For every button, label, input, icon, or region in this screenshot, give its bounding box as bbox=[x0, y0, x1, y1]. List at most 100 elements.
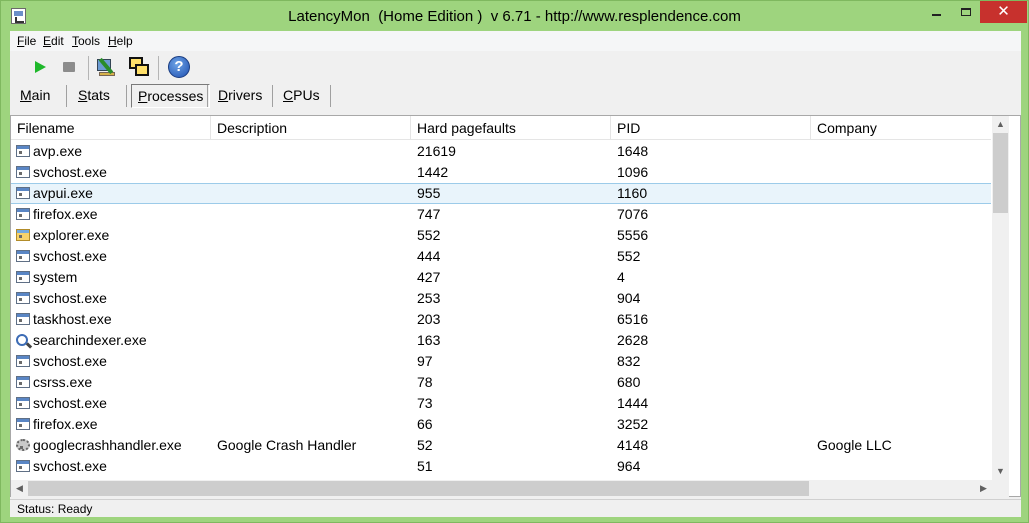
cell-company: Google LLC bbox=[817, 437, 892, 453]
list-rows: avp.exe 21619 1648 svchost.exe 1442 1096 avpui… bbox=[11, 141, 991, 477]
tab-separator bbox=[330, 85, 331, 107]
stop-button[interactable] bbox=[56, 54, 82, 80]
minimize-button[interactable] bbox=[921, 1, 951, 23]
tab-cpus[interactable]: CPUs bbox=[277, 84, 326, 108]
cell-hard-pagefaults: 52 bbox=[417, 437, 433, 453]
tab-bar: Main Stats Processes Drivers CPUs bbox=[10, 83, 1021, 109]
table-row[interactable]: svchost.exe 253 904 bbox=[11, 288, 991, 309]
table-row[interactable]: csrss.exe 78 680 bbox=[11, 372, 991, 393]
cell-filename: svchost.exe bbox=[33, 395, 107, 411]
tab-main[interactable]: Main bbox=[14, 84, 56, 108]
scroll-right-icon[interactable]: ▶ bbox=[975, 480, 992, 497]
windows-icon bbox=[129, 57, 151, 79]
cell-hard-pagefaults: 51 bbox=[417, 458, 433, 474]
maximize-icon bbox=[961, 8, 971, 16]
table-row[interactable]: avp.exe 21619 1648 bbox=[11, 141, 991, 162]
cell-filename: taskhost.exe bbox=[33, 311, 112, 327]
tab-processes-label: rocesses bbox=[147, 88, 204, 104]
table-row[interactable]: svchost.exe 97 832 bbox=[11, 351, 991, 372]
cell-pid: 1444 bbox=[617, 395, 649, 411]
help-button[interactable]: ? bbox=[166, 54, 192, 80]
menu-tools[interactable]: Tools bbox=[72, 34, 100, 48]
table-row[interactable]: svchost.exe 73 1444 bbox=[11, 393, 991, 414]
scrollbar-corner bbox=[992, 480, 1009, 497]
table-row[interactable]: explorer.exe 552 5556 bbox=[11, 225, 991, 246]
table-row[interactable]: googlecrashhandler.exe Google Crash Handl… bbox=[11, 435, 991, 456]
start-button[interactable] bbox=[26, 54, 52, 80]
client-area: File Edit Tools Help ? Main Stats Proces… bbox=[10, 31, 1021, 517]
cell-pid: 832 bbox=[617, 353, 641, 369]
title-bar[interactable]: LatencyMon (Home Edition ) v 6.71 - http… bbox=[1, 1, 1028, 31]
cell-pid: 6516 bbox=[617, 311, 649, 327]
menu-help[interactable]: Help bbox=[108, 34, 133, 48]
table-row[interactable]: avpui.exe 955 1160 bbox=[11, 183, 991, 204]
cell-filename: system bbox=[33, 269, 78, 285]
cell-hard-pagefaults: 1442 bbox=[417, 164, 449, 180]
cell-pid: 904 bbox=[617, 290, 641, 306]
column-header-company[interactable]: Company bbox=[811, 116, 991, 140]
table-row[interactable]: svchost.exe 51 964 bbox=[11, 456, 991, 477]
horizontal-scroll-thumb[interactable] bbox=[28, 481, 809, 496]
toolbar-separator bbox=[158, 56, 159, 80]
tab-processes[interactable]: Processes bbox=[131, 84, 211, 108]
cell-filename: svchost.exe bbox=[33, 248, 107, 264]
table-row[interactable]: firefox.exe 66 3252 bbox=[11, 414, 991, 435]
cell-pid: 552 bbox=[617, 248, 641, 264]
menu-edit[interactable]: Edit bbox=[43, 34, 64, 48]
cell-filename: firefox.exe bbox=[33, 206, 98, 222]
cell-hard-pagefaults: 163 bbox=[417, 332, 441, 348]
column-header-pid[interactable]: PID bbox=[611, 116, 811, 140]
list-header: Filename Description Hard pagefaults PID… bbox=[11, 116, 991, 140]
status-bar: Status: Ready bbox=[10, 499, 1021, 517]
cell-hard-pagefaults: 97 bbox=[417, 353, 433, 369]
play-icon bbox=[35, 61, 46, 73]
table-row[interactable]: svchost.exe 444 552 bbox=[11, 246, 991, 267]
table-row[interactable]: system 427 4 bbox=[11, 267, 991, 288]
cell-hard-pagefaults: 427 bbox=[417, 269, 441, 285]
menu-file[interactable]: File bbox=[17, 34, 36, 48]
table-row[interactable]: taskhost.exe 203 6516 bbox=[11, 309, 991, 330]
menu-file-label: ile bbox=[24, 34, 37, 48]
column-header-hard-pagefaults[interactable]: Hard pagefaults bbox=[411, 116, 611, 140]
cell-hard-pagefaults: 203 bbox=[417, 311, 441, 327]
cell-pid: 1160 bbox=[617, 185, 648, 201]
horizontal-scrollbar[interactable]: ◀ ▶ bbox=[11, 480, 992, 497]
scroll-up-icon[interactable]: ▲ bbox=[992, 116, 1009, 133]
tab-stats[interactable]: Stats bbox=[72, 84, 116, 108]
stop-icon bbox=[63, 62, 75, 72]
tab-separator bbox=[66, 85, 67, 107]
help-icon: ? bbox=[168, 56, 190, 78]
tab-cpus-label: PUs bbox=[293, 87, 320, 103]
cell-filename: svchost.exe bbox=[33, 458, 107, 474]
maximize-button[interactable] bbox=[951, 1, 981, 23]
menu-tools-label: ools bbox=[78, 34, 101, 48]
monitor-button[interactable] bbox=[94, 54, 120, 80]
cell-filename: firefox.exe bbox=[33, 416, 98, 432]
window-title: LatencyMon (Home Edition ) v 6.71 - http… bbox=[288, 8, 741, 25]
cell-filename: svchost.exe bbox=[33, 164, 107, 180]
menu-edit-mnemonic: E bbox=[43, 34, 52, 48]
tab-main-mnemonic: M bbox=[20, 87, 32, 103]
cell-pid: 4 bbox=[617, 269, 625, 285]
vertical-scrollbar[interactable]: ▲ ▼ bbox=[992, 116, 1009, 480]
cell-pid: 1648 bbox=[617, 143, 649, 159]
cell-hard-pagefaults: 552 bbox=[417, 227, 441, 243]
column-header-filename[interactable]: Filename bbox=[11, 116, 211, 140]
table-row[interactable]: svchost.exe 1442 1096 bbox=[11, 162, 991, 183]
cell-filename: searchindexer.exe bbox=[33, 332, 147, 348]
tab-drivers[interactable]: Drivers bbox=[212, 84, 268, 108]
scroll-down-icon[interactable]: ▼ bbox=[992, 463, 1009, 480]
windows-button[interactable] bbox=[126, 54, 152, 80]
cell-pid: 4148 bbox=[617, 437, 649, 453]
tab-processes-mnemonic: P bbox=[138, 88, 148, 104]
table-row[interactable]: searchindexer.exe 163 2628 bbox=[11, 330, 991, 351]
close-button[interactable]: ✕ bbox=[980, 1, 1027, 23]
cell-hard-pagefaults: 955 bbox=[417, 185, 441, 201]
table-row[interactable]: firefox.exe 747 7076 bbox=[11, 204, 991, 225]
vertical-scroll-thumb[interactable] bbox=[993, 133, 1008, 213]
process-list[interactable]: Filename Description Hard pagefaults PID… bbox=[10, 115, 1021, 497]
column-header-description[interactable]: Description bbox=[211, 116, 411, 140]
tab-stats-label: tats bbox=[87, 87, 110, 103]
scroll-left-icon[interactable]: ◀ bbox=[11, 480, 28, 497]
tab-main-label: ain bbox=[31, 87, 51, 103]
